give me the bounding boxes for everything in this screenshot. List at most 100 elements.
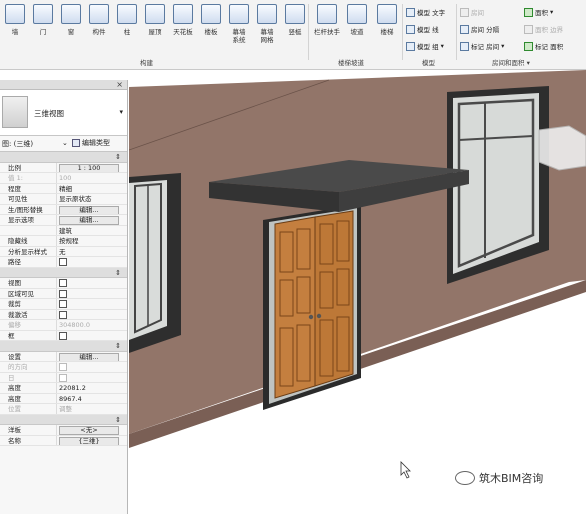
room-button[interactable]: 房间 <box>460 7 484 17</box>
property-checkbox[interactable] <box>59 310 67 319</box>
property-checkbox[interactable] <box>59 363 67 371</box>
property-value[interactable] <box>56 330 127 340</box>
viewcube-icon[interactable] <box>538 125 586 171</box>
ribbon-button-label: 幕墙 系统 <box>232 28 246 44</box>
dropdown-arrow-icon[interactable]: ▾ <box>119 108 123 116</box>
3d-viewport[interactable] <box>129 70 586 514</box>
property-value[interactable]: 无 <box>56 246 127 256</box>
window-button[interactable]: 窗 <box>58 4 84 36</box>
property-row: 裁激活 <box>0 309 127 320</box>
property-value-box[interactable]: 编辑... <box>59 205 119 214</box>
property-checkbox[interactable] <box>59 331 67 340</box>
property-value[interactable]: 精细 <box>56 183 127 193</box>
collapse-icon[interactable]: ⇕ <box>115 152 121 162</box>
property-section-header[interactable]: ⇕ <box>0 341 127 352</box>
property-value[interactable]: 编辑... <box>56 215 127 225</box>
mullion-button[interactable]: 竖梃 <box>282 4 308 36</box>
property-value-box[interactable]: 编辑... <box>59 352 119 361</box>
property-section-header[interactable]: ⇕ <box>0 267 127 278</box>
property-value[interactable]: 22081.2 <box>56 383 127 393</box>
door-left-leaf[interactable] <box>274 216 316 399</box>
property-value[interactable] <box>56 372 127 382</box>
property-value[interactable] <box>56 288 127 298</box>
property-value-box[interactable]: 编辑... <box>59 216 119 225</box>
wall-button[interactable]: 墙 <box>2 4 28 36</box>
room-area-panel-title[interactable]: 房间和面积 ▾ <box>492 57 530 67</box>
tag-area-button[interactable]: 标记 面积 <box>524 41 563 51</box>
property-value[interactable]: {三维} <box>56 435 127 445</box>
type-name: 三维视图 <box>34 109 64 118</box>
component-button[interactable]: 构件 <box>86 4 112 36</box>
collapse-icon[interactable]: ⇕ <box>115 341 121 351</box>
property-label: 程度 <box>8 184 21 193</box>
property-value[interactable]: 100 <box>56 173 127 183</box>
model-panel-title: 模型 <box>422 59 435 67</box>
tag-room-icon <box>460 41 469 51</box>
property-section-header[interactable]: ⇕ <box>0 152 127 163</box>
property-value[interactable] <box>56 278 127 288</box>
property-value[interactable]: 304800.0 <box>56 320 127 330</box>
ribbon-button-label: 柱 <box>123 28 131 36</box>
property-checkbox[interactable] <box>59 289 67 298</box>
property-value[interactable]: 8967.4 <box>56 393 127 403</box>
property-value[interactable] <box>56 257 127 267</box>
roof-button[interactable]: 屋顶 <box>142 4 168 36</box>
property-value[interactable]: 1 : 100 <box>56 162 127 172</box>
property-checkbox[interactable] <box>59 300 67 308</box>
property-value[interactable] <box>56 299 127 309</box>
type-selector[interactable]: 三维视图 ▾ <box>0 90 127 136</box>
3d-model-view[interactable] <box>129 70 586 514</box>
property-value[interactable] <box>56 362 127 372</box>
close-icon[interactable]: × <box>116 80 123 89</box>
ramp-button[interactable]: 坡道 <box>344 4 370 36</box>
chevron-down-icon[interactable]: ⌄ <box>62 139 68 147</box>
ceiling-button[interactable]: 天花板 <box>170 4 196 36</box>
property-row: 比例 1 : 100 <box>0 162 127 173</box>
property-checkbox[interactable] <box>59 258 67 266</box>
property-label: 隐藏线 <box>8 237 28 245</box>
curtain-grid-button[interactable]: 幕墙 网格 <box>254 4 280 44</box>
property-checkbox[interactable] <box>59 373 67 382</box>
stair-button[interactable]: 楼梯 <box>374 4 400 36</box>
model-group-button[interactable]: 模型 组 ▾ <box>406 41 444 51</box>
property-value-box[interactable]: 1 : 100 <box>59 163 119 172</box>
collapse-icon[interactable]: ⇕ <box>115 268 121 278</box>
tag-room-button[interactable]: 标记 房间 ▾ <box>460 41 504 51</box>
property-value[interactable]: 编辑... <box>56 351 127 361</box>
property-value[interactable] <box>56 309 127 319</box>
property-value-box[interactable]: {三维} <box>59 436 119 445</box>
property-label: 高度 <box>8 384 21 392</box>
property-value[interactable]: 编辑... <box>56 204 127 214</box>
ribbon-button-label: 楼板 <box>204 28 218 36</box>
ribbon-button-label: 幕墙 网格 <box>260 28 274 44</box>
property-label: 裁剪 <box>8 300 21 308</box>
property-value[interactable]: 按规程 <box>56 236 127 246</box>
property-value[interactable]: 调整 <box>56 404 127 414</box>
door-button[interactable]: 门 <box>30 4 56 36</box>
ribbon-separator <box>456 4 457 60</box>
room-separator-button[interactable]: 房间 分隔 <box>460 24 499 34</box>
property-value[interactable]: <无> <box>56 425 127 435</box>
property-value[interactable]: 建筑 <box>56 225 127 235</box>
property-value-box[interactable]: <无> <box>59 426 119 435</box>
collapse-icon[interactable]: ⇕ <box>115 415 121 425</box>
floor-button[interactable]: 楼板 <box>198 4 224 36</box>
area-boundary-button[interactable]: 面积 边界 <box>524 24 563 34</box>
property-value[interactable]: 显示原状态 <box>56 194 127 204</box>
instance-filter-select[interactable]: 图: (三维) <box>2 139 33 149</box>
column-button[interactable]: 柱 <box>114 4 140 36</box>
edit-type-button[interactable]: 编辑类型 <box>72 138 110 148</box>
door-right-leaf[interactable] <box>314 210 354 387</box>
ribbon-button-label: 窗 <box>67 28 75 36</box>
property-checkbox[interactable] <box>59 279 67 287</box>
railing-button[interactable]: 栏杆扶手 <box>314 4 340 36</box>
property-section-header[interactable]: ⇕ <box>0 414 127 425</box>
property-row: 值 1: 100 <box>0 173 127 184</box>
area-button[interactable]: 面积 ▾ <box>524 7 553 17</box>
property-row: 的方向 <box>0 362 127 373</box>
model-line-button[interactable]: 模型 线 <box>406 24 439 34</box>
property-row: 裁剪 <box>0 299 127 310</box>
curtain-system-button[interactable]: 幕墙 系统 <box>226 4 252 44</box>
property-row: 偏移 304800.0 <box>0 320 127 331</box>
model-text-button[interactable]: 模型 文字 <box>406 7 445 17</box>
